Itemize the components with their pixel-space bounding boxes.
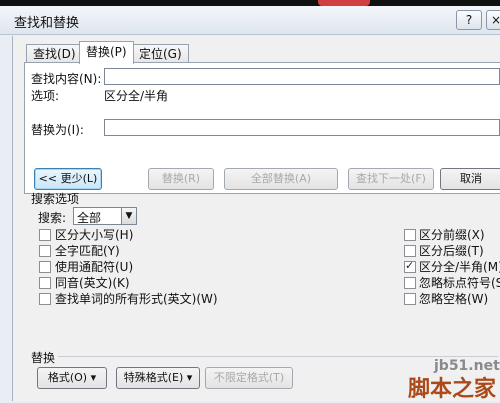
checkbox-label: 区分大小写(H) [55, 228, 134, 242]
checkbox-label: 同音(英文)(K) [55, 276, 130, 290]
checkbox-whole-word[interactable] [39, 245, 51, 257]
options-label: 选项: [31, 89, 60, 103]
close-button[interactable]: × [486, 10, 500, 30]
find-input[interactable] [104, 68, 500, 85]
replace-label: 替换为(I): [31, 123, 84, 137]
replace-button[interactable]: 替换(R) [148, 168, 214, 190]
format-button[interactable]: 格式(O) ▾ [37, 367, 107, 389]
search-select[interactable]: 全部 ▼ [73, 207, 137, 225]
checkbox-wildcards[interactable] [39, 261, 51, 273]
find-label: 查找内容(N): [31, 72, 102, 86]
checkbox-label: 忽略标点符号(S) [419, 276, 500, 290]
options-value: 区分全/半角 [104, 89, 169, 103]
checkbox-label: 查找单词的所有形式(英文)(W) [55, 292, 218, 306]
checkbox-match-prefix[interactable] [404, 229, 416, 241]
checkbox-ignore-spaces[interactable] [404, 293, 416, 305]
checkbox-label: 区分前缀(X) [419, 228, 485, 242]
checkbox-sounds-like[interactable] [39, 277, 51, 289]
help-button[interactable]: ? [456, 10, 482, 30]
tab-replace[interactable]: 替换(P) [79, 41, 134, 64]
cancel-button[interactable]: 取消 [440, 168, 500, 190]
checkbox-match-suffix[interactable] [404, 245, 416, 257]
checkbox-match-case[interactable] [39, 229, 51, 241]
search-label: 搜索: [38, 211, 67, 225]
special-format-button[interactable]: 特殊格式(E) ▾ [116, 367, 200, 389]
watermark-brand: 脚本之家 [408, 377, 497, 402]
checkbox-label: 区分全/半角(M) [419, 260, 500, 274]
checkbox-match-width[interactable] [404, 259, 416, 273]
checkbox-label: 使用通配符(U) [55, 260, 134, 274]
tab-goto[interactable]: 定位(G) [132, 44, 189, 63]
window-title: 查找和替换 [14, 16, 80, 31]
section-divider [58, 356, 498, 357]
less-button[interactable]: << 更少(L) [34, 168, 102, 190]
search-options-title: 搜索选项 [31, 192, 80, 206]
replace-input[interactable] [104, 119, 500, 136]
checkbox-label: 全字匹配(Y) [55, 244, 120, 258]
replace-all-button[interactable]: 全部替换(A) [224, 168, 338, 190]
search-select-value: 全部 [77, 211, 102, 225]
checkbox-label: 区分后缀(T) [419, 244, 484, 258]
find-next-button[interactable]: 查找下一处(F) [348, 168, 434, 190]
chevron-down-icon[interactable]: ▼ [121, 208, 136, 224]
no-format-button[interactable]: 不限定格式(T) [205, 367, 293, 389]
tab-find[interactable]: 查找(D) [26, 44, 83, 63]
checkbox-all-word-forms[interactable] [39, 293, 51, 305]
checkbox-ignore-punctuation[interactable] [404, 277, 416, 289]
replace-section-title: 替换 [31, 351, 56, 365]
checkbox-label: 忽略空格(W) [419, 292, 489, 306]
